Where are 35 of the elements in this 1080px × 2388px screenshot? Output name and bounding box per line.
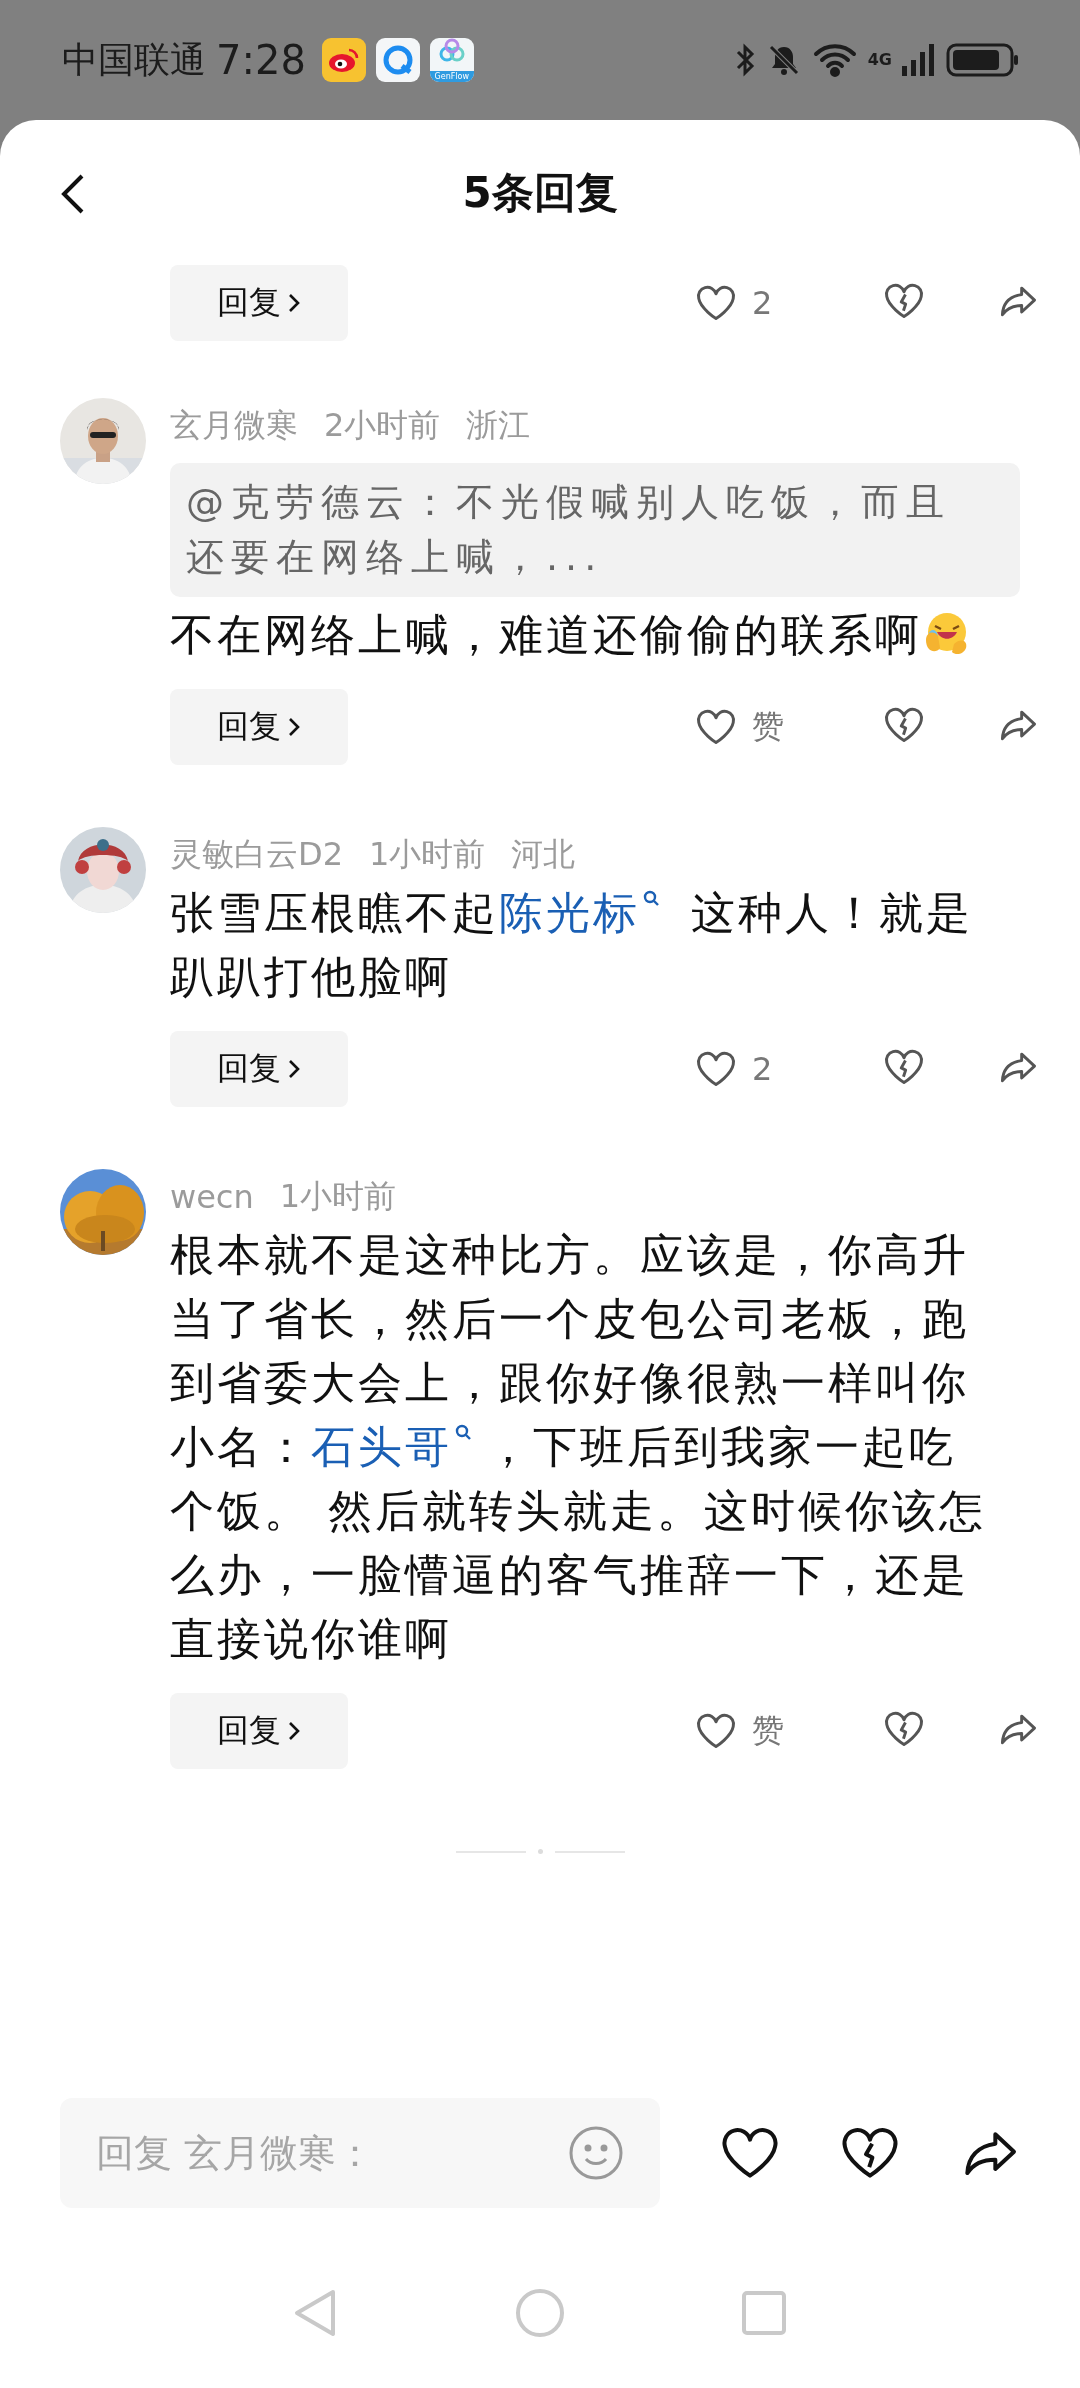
topic-link[interactable]: 石头哥: [311, 1421, 486, 1472]
wifi-icon: [811, 42, 858, 78]
like-count: 赞: [752, 1710, 784, 1751]
app-icon: [375, 38, 420, 82]
comment-text: 张雪压根瞧不起陈光标 这种人！就是趴趴打他脸啊: [170, 886, 974, 1004]
reply-button[interactable]: 回复: [170, 689, 348, 765]
chevron-right-icon: [287, 292, 301, 314]
battery-icon: [946, 42, 1020, 78]
chevron-right-icon: [287, 1058, 301, 1080]
post-time: 2小时前: [324, 405, 441, 446]
clock: 7:28: [216, 37, 306, 83]
user-location: 河北: [511, 834, 576, 875]
carrier-name: 中国联通: [62, 37, 206, 82]
reply-button[interactable]: 回复: [170, 265, 348, 341]
emoji-icon[interactable]: [568, 2125, 624, 2181]
quoted-comment[interactable]: @克劳德云：不光假喊别人吃饭，而且还要在网络上喊，...: [170, 463, 1020, 597]
like-count: 赞: [752, 706, 784, 747]
post-time: 1小时前: [369, 834, 486, 875]
user-location: 浙江: [466, 405, 531, 446]
page-title: 5条回复: [462, 166, 618, 219]
app-icon: GenFlow: [429, 38, 474, 82]
network-type: 4G: [867, 52, 892, 68]
topic-link[interactable]: 陈光标: [499, 887, 674, 938]
reply-button[interactable]: 回复: [170, 1031, 348, 1107]
chevron-right-icon: [287, 716, 301, 738]
like-count: 2: [752, 284, 773, 322]
post-time: 1小时前: [279, 1176, 397, 1217]
comment-text: 不在网络上喊，难道还偷偷的联系啊: [170, 603, 1000, 667]
reply-button[interactable]: 回复: [170, 1693, 348, 1769]
app-icon: [321, 38, 366, 82]
signal-icon: [902, 42, 936, 78]
chevron-right-icon: [287, 1720, 301, 1742]
reply-field[interactable]: 回复 玄月微寒：: [60, 2098, 660, 2208]
comment-text: 根本就不是这种比方。应该是，你高升当了省长，然后一个皮包公司老板，跑到省委大会上，跟你好像很熟一样叫你小名：石头哥 ，下班后到我家一起吃个饭。 然后就转头就走。这时候你该怎么办，一脸懵逼的客气推辞一下，还是直接说你谁啊: [170, 1228, 987, 1666]
like-count: 2: [752, 1050, 773, 1088]
